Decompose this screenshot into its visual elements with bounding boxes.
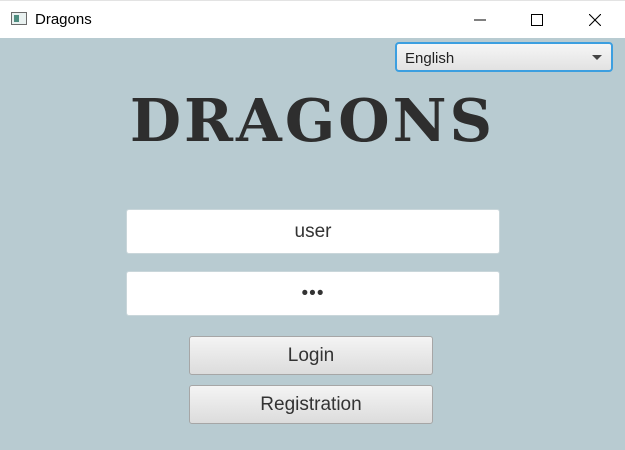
- language-select-value: English: [405, 50, 455, 67]
- window-title: Dragons: [35, 11, 92, 28]
- username-field[interactable]: user: [126, 209, 500, 254]
- maximize-button[interactable]: [508, 1, 566, 38]
- password-field[interactable]: •••: [126, 271, 500, 316]
- maximize-icon: [531, 13, 543, 26]
- close-button[interactable]: [566, 1, 624, 38]
- app-icon: [11, 12, 27, 25]
- title-bar: Dragons: [0, 0, 625, 38]
- close-icon: [589, 13, 601, 26]
- language-select[interactable]: English: [395, 42, 613, 72]
- registration-button[interactable]: Registration: [189, 385, 433, 424]
- minimize-button[interactable]: [451, 1, 509, 38]
- app-logo: DRAGONS: [129, 86, 496, 155]
- login-button[interactable]: Login: [189, 336, 433, 375]
- minimize-icon: [474, 19, 486, 20]
- chevron-down-icon: [592, 55, 602, 60]
- main-content: English DRAGONS user ••• Login Registrat…: [0, 38, 625, 450]
- app-window: Dragons English DRAGONS user ••• Login R…: [0, 0, 625, 450]
